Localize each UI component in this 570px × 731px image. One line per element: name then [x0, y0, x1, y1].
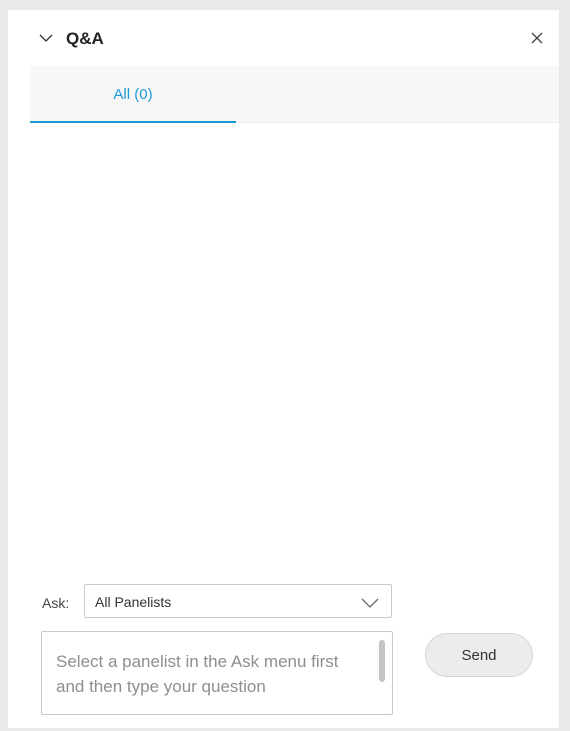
panel-header: Q&A [8, 10, 559, 66]
question-box [41, 631, 393, 715]
question-input[interactable] [42, 632, 392, 714]
questions-list [30, 123, 559, 583]
panel-title: Q&A [66, 29, 104, 48]
ask-dropdown[interactable]: All Panelists [84, 584, 392, 618]
tab-all[interactable]: All (0) [30, 66, 236, 123]
tab-all-label: All (0) [113, 86, 153, 103]
chevron-down-icon [361, 596, 379, 608]
tab-bar: All (0) [30, 66, 559, 123]
window-frame: Q&A All (0) Ask: All Panelists Select a … [0, 0, 570, 731]
scrollbar-thumb[interactable] [379, 640, 385, 682]
ask-label: Ask: [42, 595, 70, 611]
qa-panel: Q&A All (0) Ask: All Panelists Select a … [8, 10, 559, 728]
ask-selected-value: All Panelists [95, 594, 172, 610]
send-button[interactable]: Send [425, 633, 533, 677]
chevron-down-icon[interactable] [38, 30, 54, 46]
close-icon[interactable] [527, 28, 547, 48]
